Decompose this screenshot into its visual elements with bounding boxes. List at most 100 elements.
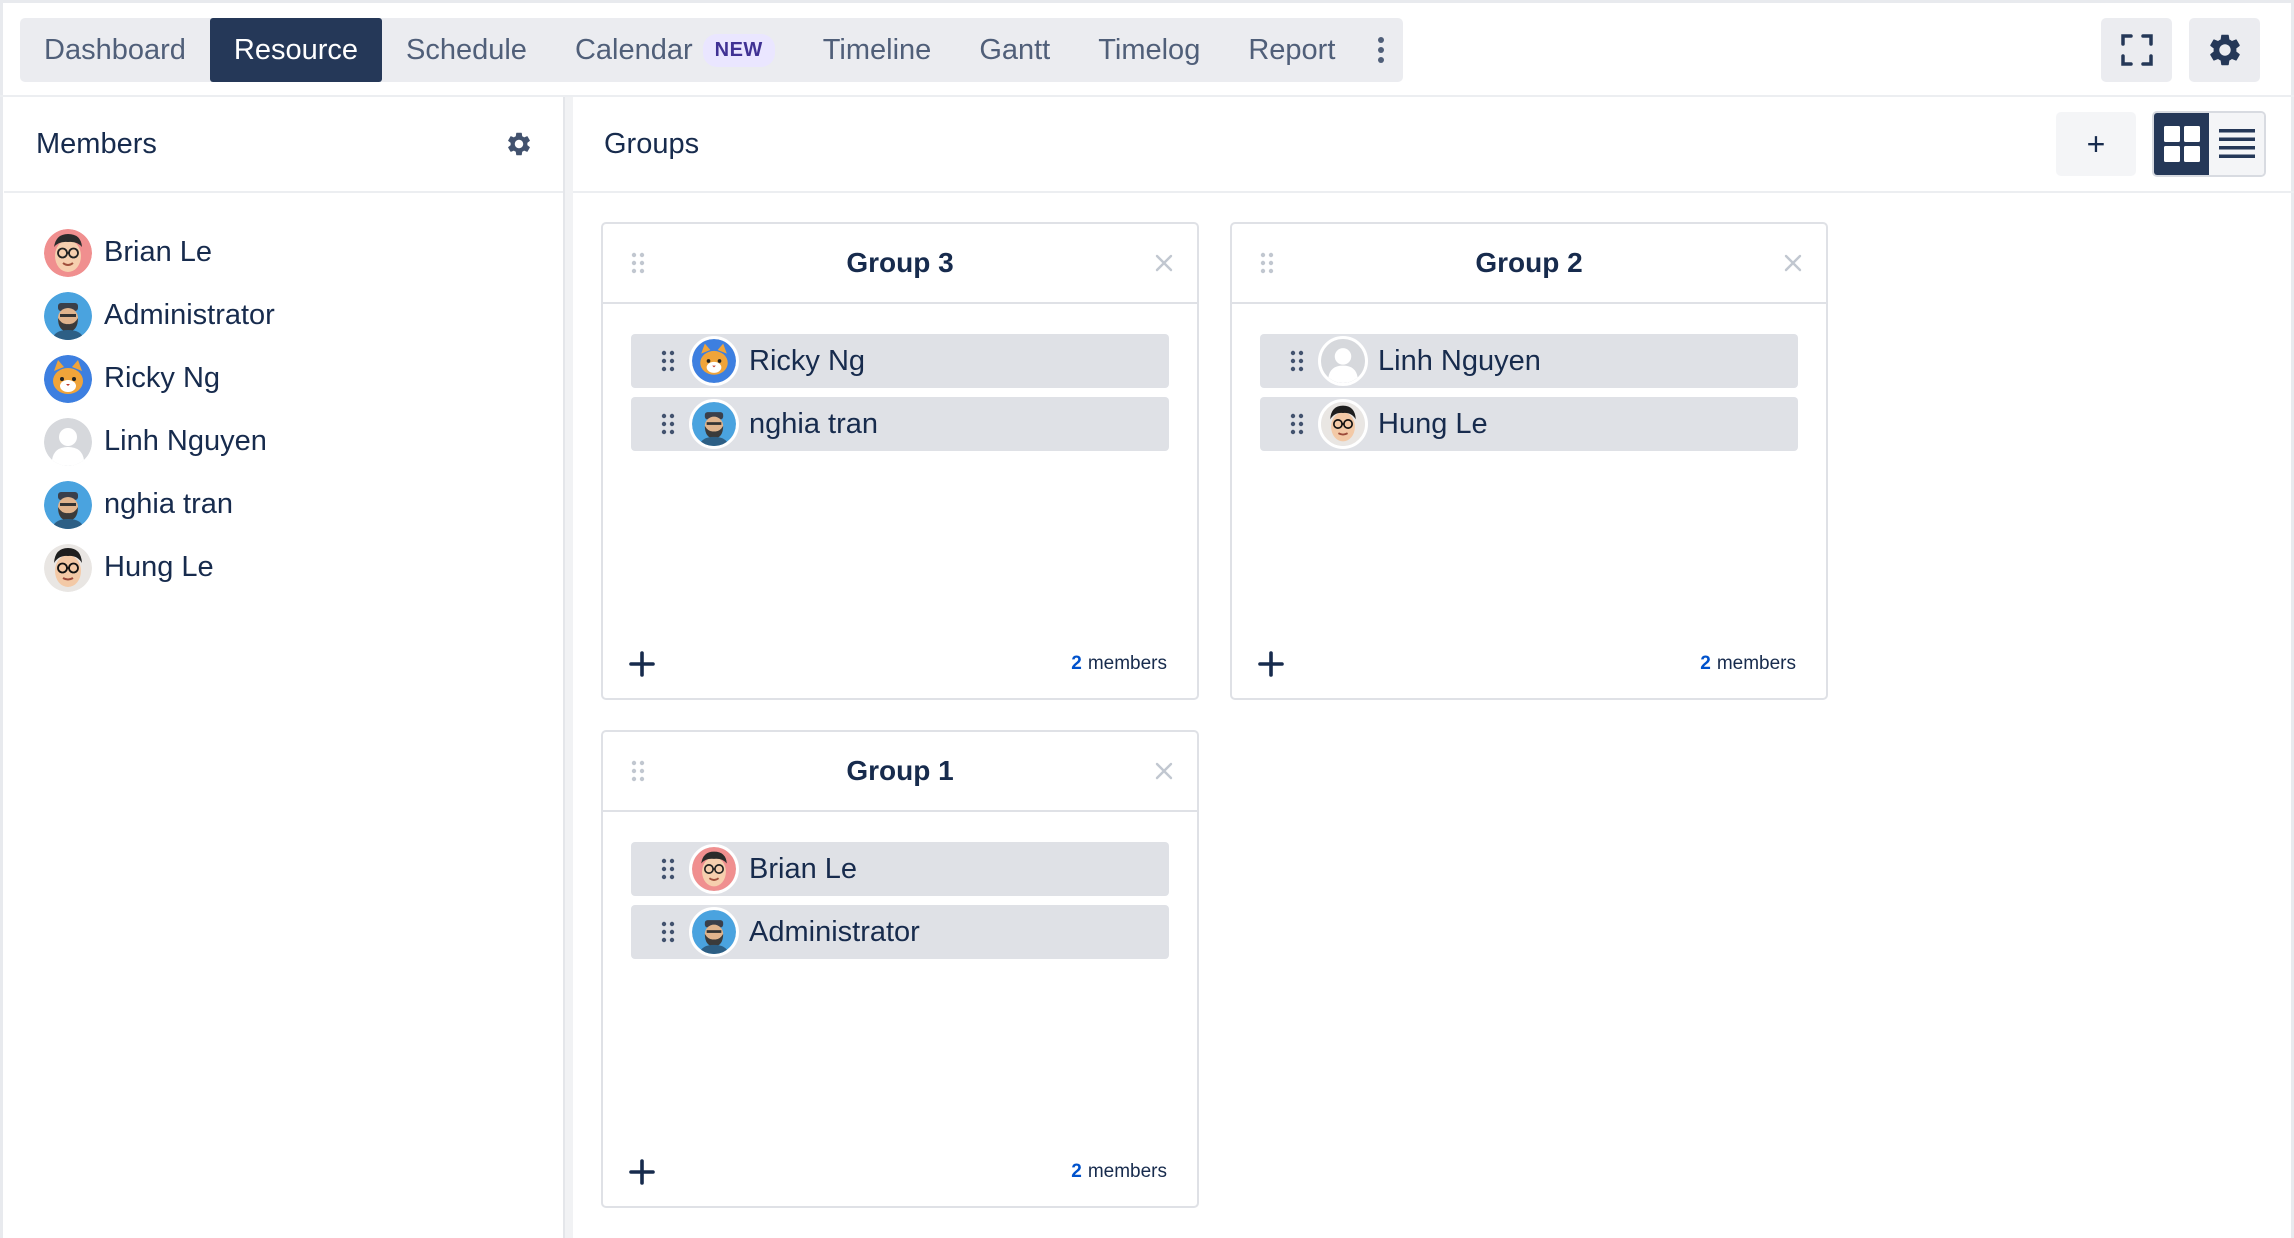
group-member-row[interactable]: Hung Le <box>1260 397 1798 451</box>
nav-tabs: Dashboard Resource Schedule Calendar NEW … <box>20 18 1404 82</box>
member-item[interactable]: nghia tran <box>4 473 563 536</box>
member-count-label: members <box>1087 1161 1167 1182</box>
tab-schedule[interactable]: Schedule <box>382 18 551 82</box>
group-members: Brian Le Administrator <box>603 812 1197 959</box>
member-name: Hung Le <box>1378 407 1488 440</box>
avatar <box>44 354 92 403</box>
plus-icon <box>1258 651 1284 677</box>
drag-handle-icon[interactable] <box>631 760 645 782</box>
tab-label: Gantt <box>979 33 1051 66</box>
tab-label: Dashboard <box>44 33 186 66</box>
group-card: Group 3 Ricky Ng nghia tran 2 members <box>601 222 1199 700</box>
tab-resource[interactable]: Resource <box>209 18 382 82</box>
group-member-row[interactable]: nghia tran <box>631 397 1169 451</box>
group-members: Linh Nguyen Hung Le <box>1232 304 1826 451</box>
member-count: 2 members <box>1071 653 1167 675</box>
member-name: Ricky Ng <box>104 362 221 394</box>
remove-group-button[interactable] <box>1155 254 1173 272</box>
remove-group-button[interactable] <box>1155 762 1173 780</box>
avatar <box>689 399 739 449</box>
close-icon <box>1155 762 1173 780</box>
drag-handle-icon[interactable] <box>1290 350 1304 372</box>
avatar <box>1318 336 1368 386</box>
close-icon <box>1784 254 1802 272</box>
member-name: nghia tran <box>749 407 878 440</box>
panel-resize-handle[interactable] <box>565 97 573 1238</box>
avatar <box>689 336 739 386</box>
tab-calendar[interactable]: Calendar NEW <box>551 18 799 82</box>
member-name: Administrator <box>104 299 275 331</box>
group-footer: 2 members <box>1258 644 1796 684</box>
group-member-row[interactable]: Linh Nguyen <box>1260 334 1798 388</box>
add-group-button[interactable]: + <box>2056 112 2136 176</box>
avatar <box>44 543 92 592</box>
groups-actions: + <box>2056 111 2266 177</box>
tab-report[interactable]: Report <box>1224 18 1359 82</box>
member-item[interactable]: Brian Le <box>4 221 563 284</box>
remove-group-button[interactable] <box>1784 254 1802 272</box>
avatar <box>44 480 92 529</box>
tab-dashboard[interactable]: Dashboard <box>20 18 210 82</box>
fullscreen-button[interactable] <box>2101 18 2172 82</box>
member-item[interactable]: Hung Le <box>4 536 563 599</box>
members-header: Members <box>4 97 563 193</box>
member-item[interactable]: Administrator <box>4 284 563 347</box>
tab-gantt[interactable]: Gantt <box>955 18 1074 82</box>
drag-handle-icon[interactable] <box>661 350 675 372</box>
member-count: 2 members <box>1071 1161 1167 1183</box>
avatar <box>689 907 739 957</box>
drag-handle-icon[interactable] <box>661 413 675 435</box>
group-footer: 2 members <box>629 644 1167 684</box>
tab-label: Resource <box>233 33 358 66</box>
group-member-row[interactable]: Administrator <box>631 905 1169 959</box>
gear-icon <box>2209 34 2240 66</box>
tab-label: Timelog <box>1098 33 1201 66</box>
more-tabs-button[interactable] <box>1359 18 1403 82</box>
member-count-number: 2 <box>1071 1161 1082 1182</box>
group-title: Group 2 <box>1475 247 1583 278</box>
avatar <box>44 291 92 340</box>
add-member-button[interactable] <box>1258 651 1284 677</box>
tab-timelog[interactable]: Timelog <box>1074 18 1224 82</box>
groups-header: Groups + <box>573 97 2294 193</box>
member-item[interactable]: Ricky Ng <box>4 347 563 410</box>
plus-icon <box>629 651 655 677</box>
groups-panel: Groups + Group 3 Ricky Ng nghia tran 2 membe… <box>573 97 2294 1238</box>
drag-handle-icon[interactable] <box>1260 252 1274 274</box>
group-card: Group 2 Linh Nguyen Hung Le 2 members <box>1230 222 1828 700</box>
tab-label: Report <box>1248 33 1336 66</box>
drag-handle-icon[interactable] <box>1290 413 1304 435</box>
close-icon <box>1155 254 1173 272</box>
grid-view-icon <box>2163 126 2200 162</box>
member-name: Linh Nguyen <box>1378 344 1541 377</box>
grid-view-button[interactable] <box>2154 113 2209 175</box>
drag-handle-icon[interactable] <box>631 252 645 274</box>
member-count: 2 members <box>1700 653 1796 675</box>
add-member-button[interactable] <box>629 1159 655 1185</box>
tab-timeline[interactable]: Timeline <box>799 18 956 82</box>
member-item[interactable]: Linh Nguyen <box>4 410 563 473</box>
top-navigation: Dashboard Resource Schedule Calendar NEW … <box>0 0 2294 97</box>
drag-handle-icon[interactable] <box>661 858 675 880</box>
member-count-number: 2 <box>1071 653 1082 674</box>
avatar <box>44 228 92 277</box>
drag-handle-icon[interactable] <box>661 921 675 943</box>
member-name: nghia tran <box>104 488 233 520</box>
kebab-vertical-icon <box>1378 37 1385 63</box>
group-member-row[interactable]: Brian Le <box>631 842 1169 896</box>
member-name: Brian Le <box>749 852 858 885</box>
tab-label: Timeline <box>822 33 932 66</box>
settings-button[interactable] <box>2189 18 2260 82</box>
members-list: Brian Le Administrator Ricky Ng Linh Ngu… <box>4 193 563 599</box>
group-member-row[interactable]: Ricky Ng <box>631 334 1169 388</box>
members-settings-button[interactable] <box>505 130 533 158</box>
plus-icon <box>629 1159 655 1185</box>
member-count-label: members <box>1087 653 1167 674</box>
add-member-button[interactable] <box>629 651 655 677</box>
gear-icon <box>508 132 530 156</box>
group-footer: 2 members <box>629 1152 1167 1192</box>
list-view-button[interactable] <box>2209 113 2264 175</box>
fullscreen-icon <box>2120 34 2153 66</box>
member-count-number: 2 <box>1700 653 1711 674</box>
group-members: Ricky Ng nghia tran <box>603 304 1197 451</box>
